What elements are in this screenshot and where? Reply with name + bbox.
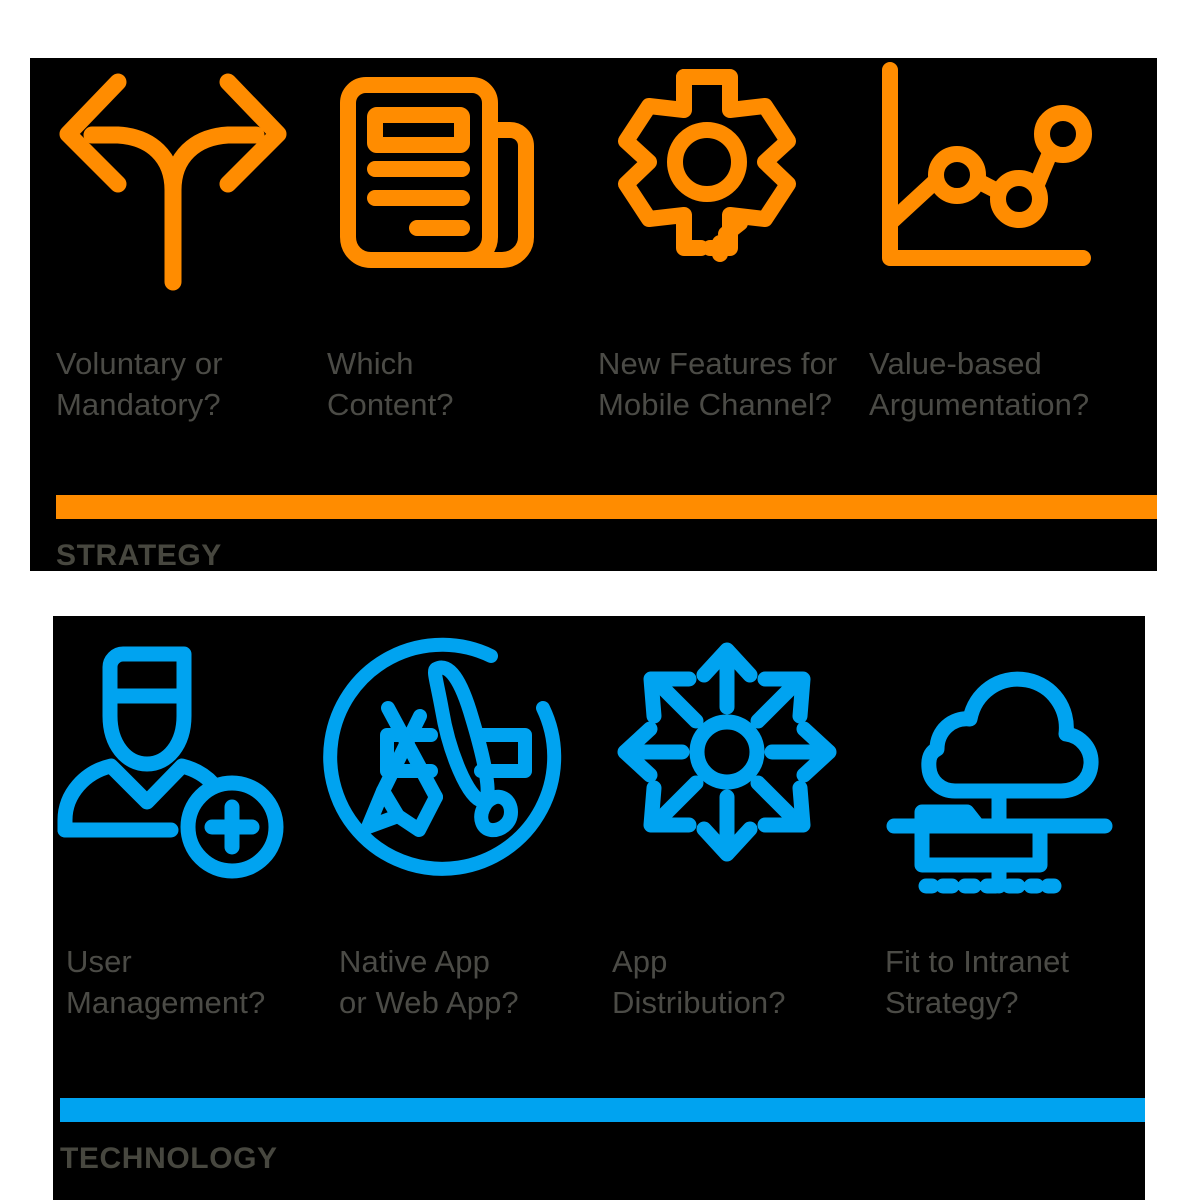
app-store-icon [323,616,604,942]
section-panel-strategy: Voluntary or Mandatory? Which Content? N… [30,58,1157,572]
card-label: Fit to Intranet Strategy? [885,944,1070,1020]
section-name-technology: TECHNOLOGY [60,1142,278,1175]
card-label: Value-based Argumentation? [869,346,1090,422]
section-panel-technology: User Management? Native App or Web App? … [53,616,1145,1200]
card-app-distribution[interactable]: App Distribution? [604,616,877,1024]
card-label: App Distribution? [612,944,786,1020]
card-row-technology: User Management? Native App or Web App? … [53,616,1150,1024]
gear-icon [598,58,869,344]
cloud-network-icon [877,616,1150,942]
accent-bar-strategy [56,495,1157,519]
card-voluntary-or-mandatory[interactable]: Voluntary or Mandatory? [56,58,327,426]
card-fit-to-intranet-strategy[interactable]: Fit to Intranet Strategy? [877,616,1150,1024]
card-new-features-mobile-channel[interactable]: New Features for Mobile Channel? [598,58,869,426]
line-chart-icon [869,58,1140,344]
infographic-canvas: Voluntary or Mandatory? Which Content? N… [0,0,1200,1200]
distribution-arrows-icon [604,616,877,942]
card-label: User Management? [66,944,266,1020]
card-which-content[interactable]: Which Content? [327,58,598,426]
section-name-strategy: STRATEGY [56,539,222,572]
document-lines-icon [327,58,598,344]
card-native-app-or-web-app[interactable]: Native App or Web App? [323,616,604,1024]
fork-arrows-icon [56,58,327,344]
card-row-strategy: Voluntary or Mandatory? Which Content? N… [30,58,1183,426]
card-label: New Features for Mobile Channel? [598,346,838,422]
card-user-management[interactable]: User Management? [57,616,331,1024]
accent-bar-technology [60,1098,1145,1122]
user-add-icon [57,616,331,942]
card-label: Which Content? [327,346,454,422]
card-value-based-argumentation[interactable]: Value-based Argumentation? [869,58,1140,426]
card-label: Native App or Web App? [339,944,519,1020]
card-label: Voluntary or Mandatory? [56,346,223,422]
